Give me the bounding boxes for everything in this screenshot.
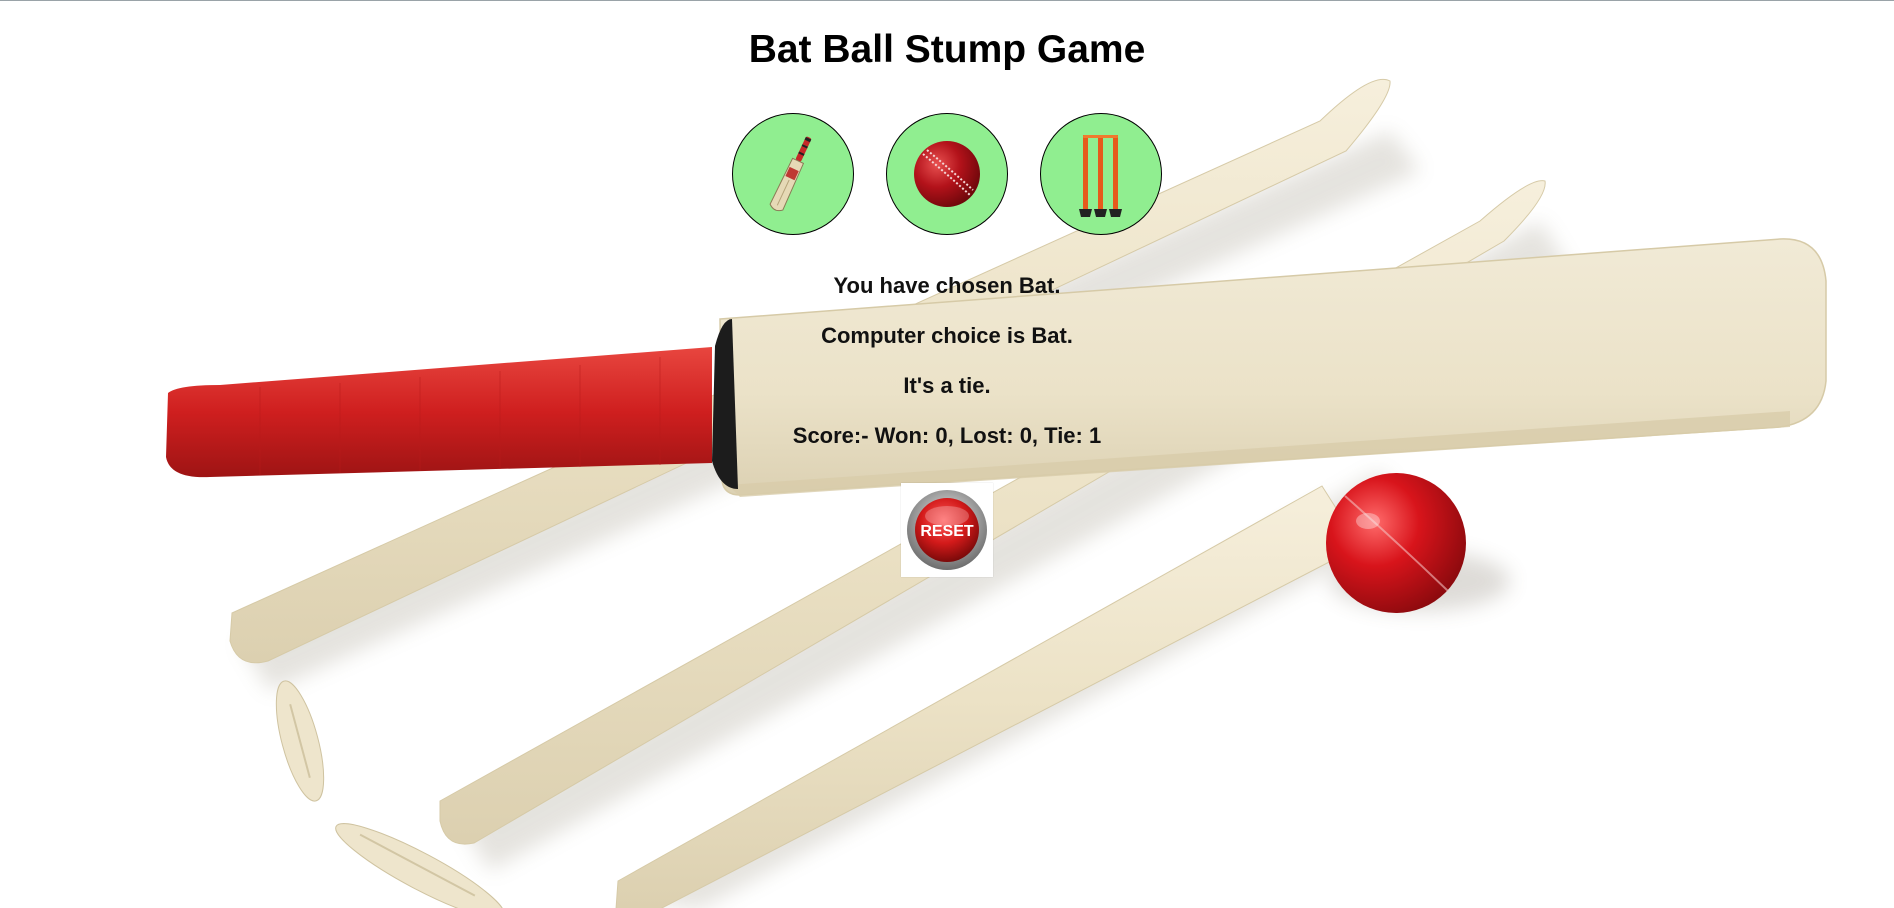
- score-text: Score:- Won: 0, Lost: 0, Tie: 1: [792, 423, 1102, 448]
- bail-1: [275, 680, 325, 802]
- result-messages: You have chosen Bat. Computer choice is …: [0, 261, 1894, 461]
- outcome-text: It's a tie.: [903, 373, 991, 398]
- stump-choice-button[interactable]: [1040, 113, 1162, 235]
- cricket-bat-icon: [769, 136, 812, 212]
- ball-choice-button[interactable]: [886, 113, 1008, 235]
- game-content: Bat Ball Stump Game You have chosen Bat.…: [0, 1, 1894, 577]
- stumps-icon: [1079, 135, 1122, 217]
- reset-icon: RESET: [907, 490, 987, 570]
- game-page: Bat Ball Stump Game You have chosen Bat.…: [0, 0, 1894, 908]
- reset-button[interactable]: RESET: [901, 483, 993, 577]
- choice-buttons: [0, 113, 1894, 235]
- user-choice-text: You have chosen Bat.: [833, 273, 1061, 298]
- page-title: Bat Ball Stump Game: [748, 28, 1146, 71]
- bat-choice-button[interactable]: [732, 113, 854, 235]
- computer-choice-text: Computer choice is Bat.: [821, 323, 1073, 348]
- cricket-ball-icon: [914, 141, 980, 207]
- reset-label: RESET: [920, 523, 974, 540]
- reset-area: RESET: [0, 483, 1894, 577]
